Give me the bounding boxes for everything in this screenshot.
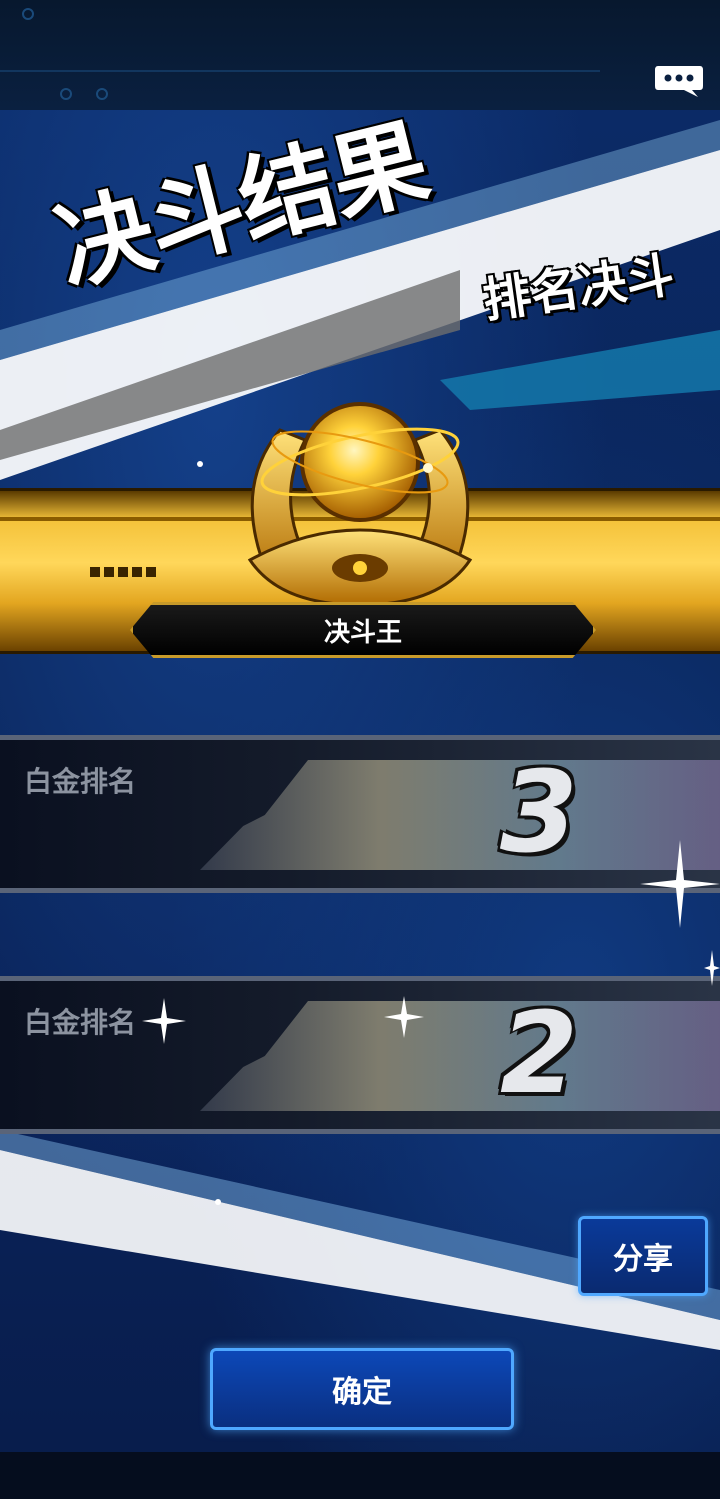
share-button[interactable]: 分享 (578, 1216, 708, 1296)
confirm-button[interactable]: 确定 (210, 1348, 514, 1430)
share-button-label: 分享 (613, 1242, 673, 1277)
confirm-button-label: 确定 (332, 1375, 392, 1410)
bottom-bar (0, 1452, 720, 1499)
